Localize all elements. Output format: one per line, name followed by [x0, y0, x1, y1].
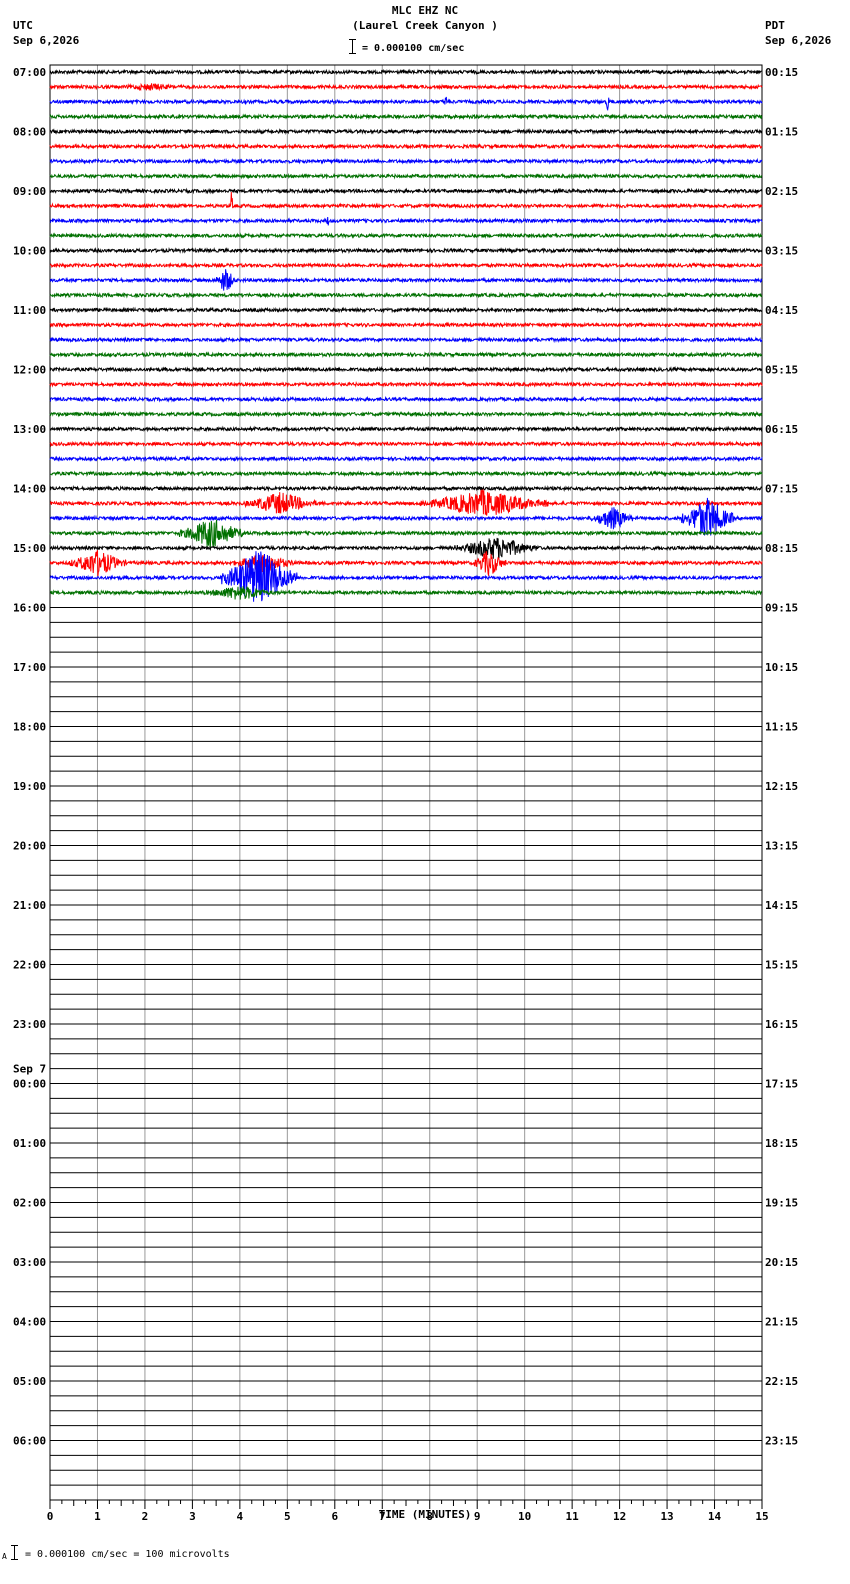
pdt-hour-label: 22:15: [765, 1375, 798, 1388]
utc-hour-label: 12:00: [13, 364, 46, 377]
pdt-hour-label: 10:15: [765, 661, 798, 674]
trace-line: [49, 172, 763, 180]
seismogram-plot: 07:00 08:00 09:00 10:00 11:00 12:00 13:00 14:00…: [13, 64, 798, 1523]
trace-line: [49, 537, 763, 560]
trace-line: [49, 519, 763, 548]
utc-hour-label: 11:00: [13, 304, 46, 317]
pdt-hour-label: 23:15: [765, 1435, 798, 1448]
utc-hour-label: 08:00: [13, 126, 46, 139]
trace-line: [49, 586, 763, 600]
trace-line: [49, 142, 763, 150]
pdt-hour-label: 03:15: [765, 245, 798, 258]
station-location: (Laurel Creek Canyon ): [352, 19, 498, 32]
utc-hour-label: 16:00: [13, 602, 46, 615]
pdt-axis: 00:15 01:15 02:15 03:15 04:15 05:15 06:15 07:15…: [765, 66, 798, 1448]
pdt-hour-label: 17:15: [765, 1078, 798, 1091]
trace-line: [49, 246, 763, 255]
pdt-hour-label: 19:15: [765, 1197, 798, 1210]
footer-scale-bar-icon: [11, 1545, 18, 1560]
pdt-hour-label: 07:15: [765, 483, 798, 496]
pdt-hour-label: 21:15: [765, 1316, 798, 1329]
pdt-hour-label: 11:15: [765, 721, 798, 734]
utc-date: Sep 6,2026: [13, 34, 80, 47]
x-axis-title: TIME (MINUTES): [378, 1508, 472, 1521]
utc-hour-label: 00:00: [13, 1078, 46, 1091]
utc-axis: 07:00 08:00 09:00 10:00 11:00 12:00 13:00 14:00…: [13, 66, 46, 1448]
pdt-hour-label: 02:15: [765, 185, 798, 198]
footer-scale-text: = 0.000100 cm/sec = 100 microvolts: [25, 1549, 230, 1560]
utc-hour-label: 10:00: [13, 245, 46, 258]
pdt-hour-label: 18:15: [765, 1137, 798, 1150]
pdt-hour-label: 14:15: [765, 899, 798, 912]
trace-line: [49, 550, 763, 577]
trace-line: [49, 488, 763, 517]
utc-hour-label: 19:00: [13, 780, 46, 793]
pdt-hour-label: 00:15: [765, 66, 798, 79]
trace-line: [49, 157, 763, 165]
trace-line: [49, 380, 763, 388]
trace-line: [49, 440, 763, 448]
trace-line: [49, 96, 763, 111]
utc-hour-label: 23:00: [13, 1018, 46, 1031]
trace-line: [49, 127, 763, 135]
station-title: MLC EHZ NC: [391, 4, 459, 17]
trace-line: [49, 187, 763, 195]
footer-prefix: A: [2, 1552, 7, 1561]
pdt-hour-label: 08:15: [765, 542, 798, 555]
trace-line: [49, 291, 763, 299]
utc-hour-label: 06:00: [13, 1435, 46, 1448]
trace-line: [50, 470, 763, 478]
scale-bar-icon: [349, 39, 356, 54]
utc-hour-label: 07:00: [13, 66, 46, 79]
trace-line: [49, 82, 763, 92]
trace-line: [49, 336, 763, 344]
trace-line: [49, 321, 763, 329]
trace-line: [49, 410, 763, 418]
utc-hour-label: 14:00: [13, 483, 46, 496]
trace-line: [49, 395, 763, 403]
trace-line: [49, 269, 763, 291]
utc-hour-label: 22:00: [13, 959, 46, 972]
pdt-label: PDT: [765, 19, 785, 32]
pdt-hour-label: 12:15: [765, 780, 798, 793]
utc-hour-label: 02:00: [13, 1197, 46, 1210]
trace-line: [49, 365, 763, 374]
pdt-hour-label: 16:15: [765, 1018, 798, 1031]
day-change-label: Sep 7: [13, 1063, 46, 1076]
utc-hour-label: 01:00: [13, 1137, 46, 1150]
utc-hour-label: 20:00: [13, 840, 46, 853]
trace-line: [49, 261, 763, 269]
trace-line: [49, 484, 763, 492]
trace-line: [49, 232, 763, 240]
pdt-date: Sep 6,2026: [765, 34, 832, 47]
scale-label: = 0.000100 cm/sec: [362, 43, 465, 54]
trace-line: [49, 306, 763, 314]
seismic-traces: [49, 68, 763, 602]
trace-line: [49, 351, 763, 359]
utc-hour-label: 15:00: [13, 542, 46, 555]
utc-hour-label: 09:00: [13, 185, 46, 198]
pdt-hour-label: 13:15: [765, 840, 798, 853]
trace-line: [49, 455, 763, 463]
utc-hour-label: 03:00: [13, 1256, 46, 1269]
pdt-hour-label: 05:15: [765, 364, 798, 377]
trace-line: [49, 216, 763, 226]
pdt-hour-label: 01:15: [765, 126, 798, 139]
pdt-hour-label: 15:15: [765, 959, 798, 972]
pdt-hour-label: 09:15: [765, 602, 798, 615]
trace-line: [49, 191, 763, 210]
pdt-hour-label: 20:15: [765, 1256, 798, 1269]
trace-line: [49, 425, 763, 433]
utc-label: UTC: [13, 19, 33, 32]
pdt-hour-label: 06:15: [765, 423, 798, 436]
utc-hour-label: 13:00: [13, 423, 46, 436]
trace-line: [49, 68, 763, 76]
utc-hour-label: 04:00: [13, 1316, 46, 1329]
utc-hour-label: 21:00: [13, 899, 46, 912]
pdt-hour-label: 04:15: [765, 304, 798, 317]
utc-hour-label: 18:00: [13, 721, 46, 734]
utc-hour-label: 05:00: [13, 1375, 46, 1388]
utc-hour-label: 17:00: [13, 661, 46, 674]
trace-line: [49, 113, 763, 121]
